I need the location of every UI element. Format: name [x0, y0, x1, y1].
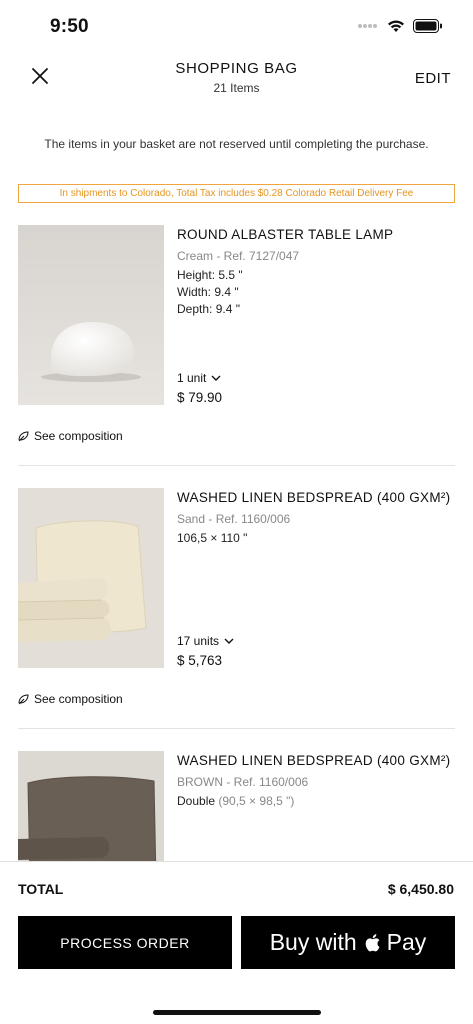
product-reference: Sand - Ref. 1160/006 — [177, 512, 291, 526]
size-dimensions: (90,5 × 98,5 ") — [218, 794, 295, 808]
leaf-icon — [18, 693, 29, 704]
total-value: $ 6,450.80 — [387, 881, 454, 897]
apple-pay-prefix: Buy with — [269, 929, 357, 955]
quantity-selector[interactable]: 1 unit — [177, 371, 221, 385]
see-composition-link[interactable]: See composition — [18, 429, 123, 443]
composition-label: See composition — [34, 429, 123, 443]
apple-pay-button[interactable]: Buy with Pay — [241, 916, 455, 969]
size-label: Double — [177, 794, 216, 808]
checkout-panel: TOTAL $ 6,450.80 PROCESS ORDER Buy with … — [0, 861, 473, 1024]
quantity-label: 17 units — [177, 634, 220, 648]
product-image-bedspread-sand[interactable] — [18, 488, 164, 668]
product-height: Height: 5.5 " — [177, 268, 243, 282]
divider — [18, 465, 455, 466]
cart-item: ROUND ALBASTER TABLE LAMP Cream - Ref. 7… — [0, 225, 473, 465]
product-size: 106,5 × 110 " — [177, 531, 248, 545]
page-title: SHOPPING BAG — [175, 60, 298, 77]
see-composition-link[interactable]: See composition — [18, 692, 123, 706]
item-count: 21 Items — [213, 81, 260, 95]
status-bar: 9:50 — [0, 0, 473, 50]
product-price: $ 79.90 — [177, 390, 223, 405]
leaf-icon — [18, 430, 29, 441]
wifi-icon — [388, 20, 404, 32]
process-order-button[interactable]: PROCESS ORDER — [18, 916, 232, 969]
chevron-down-icon — [211, 375, 221, 381]
quantity-selector[interactable]: 17 units — [177, 634, 234, 648]
product-depth: Depth: 9.4 " — [177, 302, 240, 316]
status-icons — [357, 19, 443, 33]
signal-icon — [358, 24, 377, 28]
divider — [18, 728, 455, 729]
chevron-down-icon — [224, 638, 234, 644]
product-image-lamp[interactable] — [18, 225, 164, 405]
home-indicator — [153, 1010, 321, 1015]
quantity-label: 1 unit — [177, 371, 207, 385]
cart-item: WASHED LINEN BEDSPREAD (400 GXM²) BROWN … — [0, 751, 473, 861]
product-width: Width: 9.4 " — [177, 285, 239, 299]
product-size: Double (90,5 × 98,5 ") — [177, 794, 294, 808]
product-reference: Cream - Ref. 7127/047 — [177, 249, 300, 263]
product-image-bedspread-brown[interactable] — [18, 751, 164, 861]
total-label: TOTAL — [18, 881, 64, 897]
apple-logo-icon — [365, 933, 380, 951]
cart-item: WASHED LINEN BEDSPREAD (400 GXM²) Sand -… — [0, 488, 473, 728]
battery-icon — [413, 19, 442, 33]
header: SHOPPING BAG 21 Items EDIT — [0, 54, 473, 104]
product-name[interactable]: WASHED LINEN BEDSPREAD (400 GXM²) — [177, 753, 450, 768]
status-time: 9:50 — [50, 16, 89, 37]
composition-label: See composition — [34, 692, 123, 706]
product-price: $ 5,763 — [177, 653, 223, 668]
apple-pay-suffix: Pay — [386, 929, 427, 955]
reservation-notice: The items in your basket are not reserve… — [44, 137, 429, 151]
product-reference: BROWN - Ref. 1160/006 — [177, 775, 309, 789]
tax-banner: In shipments to Colorado, Total Tax incl… — [18, 184, 455, 203]
edit-button[interactable]: EDIT — [415, 70, 451, 87]
product-name[interactable]: ROUND ALBASTER TABLE LAMP — [177, 227, 393, 242]
product-name[interactable]: WASHED LINEN BEDSPREAD (400 GXM²) — [177, 490, 450, 505]
